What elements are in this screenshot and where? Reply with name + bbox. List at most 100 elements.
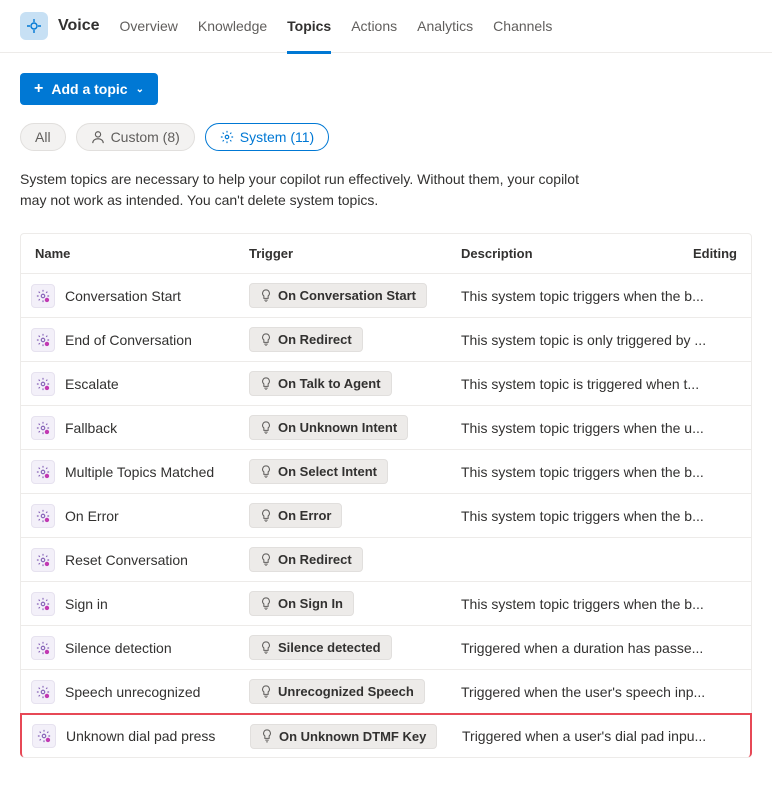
topic-name[interactable]: Silence detection <box>65 640 172 656</box>
table-row[interactable]: Unknown dial pad press On Unknown DTMF K… <box>20 713 752 757</box>
table-row[interactable]: Conversation Start On Conversation Start… <box>21 274 751 318</box>
table-row[interactable]: Multiple Topics Matched On Select Intent… <box>21 450 751 494</box>
row-trigger-cell: On Unknown Intent <box>249 415 461 440</box>
topic-name[interactable]: Conversation Start <box>65 288 181 304</box>
system-topic-icon <box>31 680 55 704</box>
trigger-label: On Redirect <box>278 332 352 347</box>
system-topic-icon <box>31 372 55 396</box>
row-trigger-cell: Silence detected <box>249 635 461 660</box>
nav-tab-analytics[interactable]: Analytics <box>417 10 473 42</box>
trigger-label: On Select Intent <box>278 464 377 479</box>
row-trigger-cell: On Conversation Start <box>249 283 461 308</box>
trigger-label: Silence detected <box>278 640 381 655</box>
topic-name[interactable]: Escalate <box>65 376 119 392</box>
trigger-chip[interactable]: On Select Intent <box>249 459 388 484</box>
filter-system[interactable]: System (11) <box>205 123 329 151</box>
system-topic-icon <box>32 724 56 748</box>
topics-table: Name Trigger Description Editing Convers… <box>20 233 752 758</box>
topic-name[interactable]: Fallback <box>65 420 117 436</box>
nav-tab-overview[interactable]: Overview <box>120 10 178 42</box>
table-row[interactable]: Fallback On Unknown IntentThis system to… <box>21 406 751 450</box>
table-row[interactable]: Sign in On Sign In This system topic trig… <box>21 582 751 626</box>
col-header-editing[interactable]: Editing <box>691 246 741 261</box>
system-topic-icon <box>31 328 55 352</box>
trigger-chip[interactable]: Unrecognized Speech <box>249 679 425 704</box>
topic-name[interactable]: End of Conversation <box>65 332 192 348</box>
add-topic-label: Add a topic <box>51 81 127 97</box>
filter-custom-label: Custom (8) <box>111 129 180 145</box>
trigger-label: Unrecognized Speech <box>278 684 414 699</box>
table-row[interactable]: Escalate On Talk to Agent This system top… <box>21 362 751 406</box>
filter-system-label: System (11) <box>240 129 314 145</box>
table-row[interactable]: Speech unrecognized Unrecognized Speech T… <box>21 670 751 714</box>
trigger-chip[interactable]: On Conversation Start <box>249 283 427 308</box>
row-description: This system topic triggers when the b... <box>461 288 741 304</box>
col-header-trigger[interactable]: Trigger <box>249 246 461 261</box>
system-topic-icon <box>31 460 55 484</box>
system-topic-icon <box>31 592 55 616</box>
trigger-label: On Conversation Start <box>278 288 416 303</box>
lightbulb-icon <box>260 597 272 611</box>
trigger-chip[interactable]: On Redirect <box>249 547 363 572</box>
gear-icon <box>220 130 234 144</box>
trigger-chip[interactable]: On Error <box>249 503 342 528</box>
table-header: Name Trigger Description Editing <box>21 234 751 274</box>
topic-name[interactable]: On Error <box>65 508 119 524</box>
row-description: Triggered when a duration has passe... <box>461 640 741 656</box>
filter-all[interactable]: All <box>20 123 66 151</box>
trigger-chip[interactable]: On Unknown Intent <box>249 415 408 440</box>
row-trigger-cell: On Unknown DTMF Key <box>250 724 462 749</box>
person-icon <box>91 130 105 144</box>
add-topic-button[interactable]: + Add a topic ⌄ <box>20 73 158 105</box>
system-topic-icon <box>31 284 55 308</box>
logo-icon <box>26 18 42 34</box>
row-description: Triggered when the user's speech inp... <box>461 684 741 700</box>
trigger-chip[interactable]: On Redirect <box>249 327 363 352</box>
topic-name[interactable]: Speech unrecognized <box>65 684 200 700</box>
trigger-chip[interactable]: On Unknown DTMF Key <box>250 724 437 749</box>
nav-tabs: Overview Knowledge Topics Actions Analytics C… <box>120 10 553 42</box>
nav-tab-topics[interactable]: Topics <box>287 10 331 42</box>
row-description: This system topic is triggered when t... <box>461 376 741 392</box>
lightbulb-icon <box>260 377 272 391</box>
col-header-description[interactable]: Description <box>461 246 691 261</box>
nav-tab-actions[interactable]: Actions <box>351 10 397 42</box>
trigger-chip[interactable]: On Sign In <box>249 591 354 616</box>
system-topic-icon <box>31 416 55 440</box>
row-trigger-cell: On Redirect <box>249 547 461 572</box>
topic-name[interactable]: Multiple Topics Matched <box>65 464 214 480</box>
table-row[interactable]: Reset Conversation On Redirect <box>21 538 751 582</box>
col-header-name[interactable]: Name <box>31 246 249 261</box>
filter-pills: All Custom (8) System (11) <box>20 123 752 151</box>
app-header: Voice Overview Knowledge Topics Actions Anal… <box>0 0 772 53</box>
table-row[interactable]: Silence detection Silence detected Trigge… <box>21 626 751 670</box>
filter-custom[interactable]: Custom (8) <box>76 123 195 151</box>
lightbulb-icon <box>261 729 273 743</box>
row-trigger-cell: On Talk to Agent <box>249 371 461 396</box>
lightbulb-icon <box>260 421 272 435</box>
table-row[interactable]: On Error On Error This system topic trigg… <box>21 494 751 538</box>
row-description: This system topic triggers when the b... <box>461 596 741 612</box>
lightbulb-icon <box>260 465 272 479</box>
topic-name[interactable]: Sign in <box>65 596 108 612</box>
filter-all-label: All <box>35 129 51 145</box>
row-name-cell: Unknown dial pad press <box>32 724 250 748</box>
row-name-cell: Sign in <box>31 592 249 616</box>
lightbulb-icon <box>260 553 272 567</box>
row-name-cell: Multiple Topics Matched <box>31 460 249 484</box>
lightbulb-icon <box>260 509 272 523</box>
trigger-label: On Talk to Agent <box>278 376 381 391</box>
topic-name[interactable]: Unknown dial pad press <box>66 728 215 744</box>
app-logo <box>20 12 48 40</box>
nav-tab-knowledge[interactable]: Knowledge <box>198 10 267 42</box>
nav-tab-channels[interactable]: Channels <box>493 10 552 42</box>
table-row[interactable]: End of Conversation On RedirectThis syst… <box>21 318 751 362</box>
row-description: This system topic triggers when the b... <box>461 508 741 524</box>
trigger-chip[interactable]: On Talk to Agent <box>249 371 392 396</box>
info-text: System topics are necessary to help your… <box>20 169 580 211</box>
row-name-cell: End of Conversation <box>31 328 249 352</box>
row-name-cell: Silence detection <box>31 636 249 660</box>
app-title: Voice <box>58 17 100 35</box>
topic-name[interactable]: Reset Conversation <box>65 552 188 568</box>
trigger-chip[interactable]: Silence detected <box>249 635 392 660</box>
